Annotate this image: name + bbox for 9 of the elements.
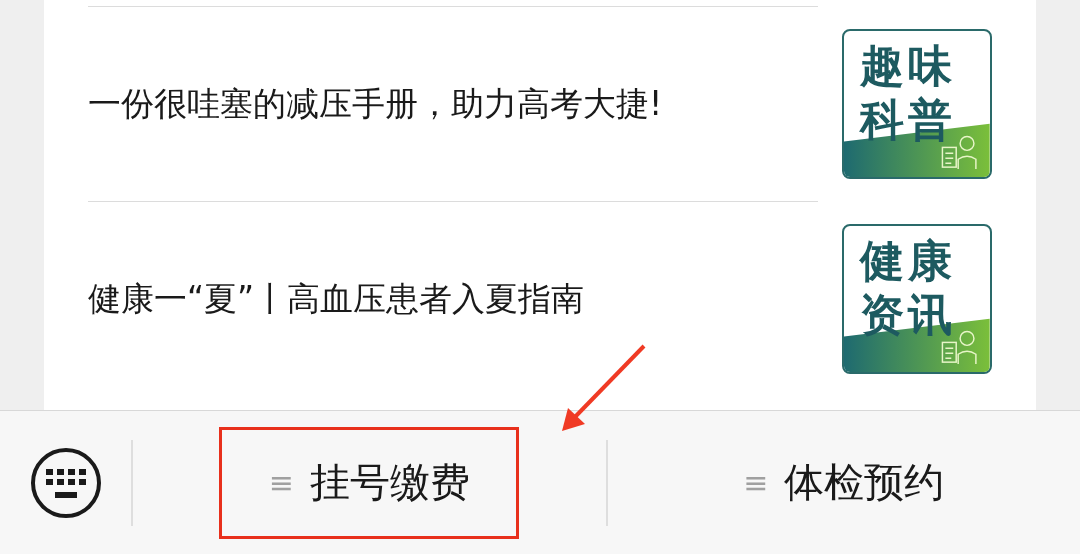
menu-item[interactable]: ≡ 挂号缴费 [219, 426, 520, 539]
menu-icon: ≡ [268, 465, 294, 500]
menu-item[interactable]: ≡ 体检预约 [693, 426, 994, 539]
keyboard-icon[interactable] [29, 446, 102, 519]
article-thumbnail[interactable]: 健康资讯 [842, 223, 992, 374]
article-title[interactable]: 健康一“夏”丨高血压患者入夏指南 [88, 276, 585, 322]
article-thumbnail[interactable]: 趣味科普 [842, 28, 992, 179]
menu-icon: ≡ [743, 465, 769, 500]
article-title[interactable]: 一份很哇塞的减压手册，助力高考大捷! [88, 81, 663, 127]
